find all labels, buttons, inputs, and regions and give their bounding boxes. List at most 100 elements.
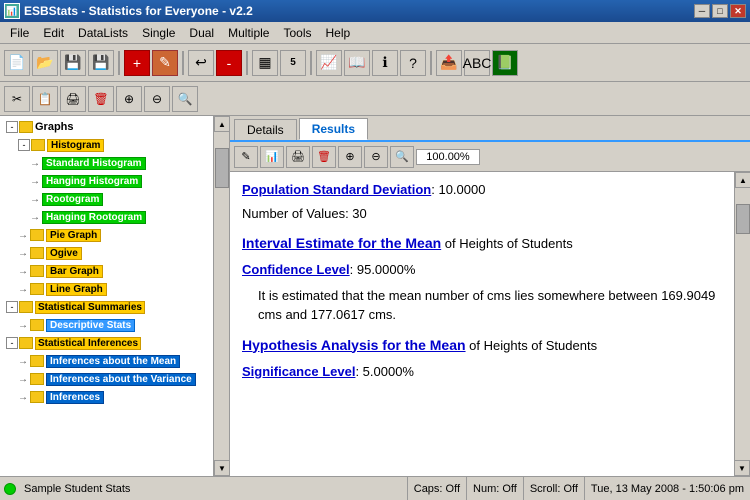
remove-button[interactable]: - (216, 50, 242, 76)
grid-button[interactable]: ▦ (252, 50, 278, 76)
section2-block: Hypothesis Analysis for the Mean of Heig… (242, 335, 720, 382)
tool-btn-4[interactable]: 🗑 (312, 146, 336, 168)
undo-button[interactable]: ↩ (188, 50, 214, 76)
folder-icon (30, 373, 44, 385)
tree-label-bar-graph[interactable]: Bar Graph (46, 265, 103, 278)
tree-label-pie-graph[interactable]: Pie Graph (46, 229, 101, 242)
title-bar: 📊 ESBStats - Statistics for Everyone - v… (0, 0, 750, 22)
tree-label-histogram[interactable]: Histogram (47, 139, 104, 152)
tree-expand-stat-sum[interactable]: - (6, 301, 18, 313)
book-button[interactable]: 📖 (344, 50, 370, 76)
arrow-icon: → (30, 176, 40, 187)
menu-multiple[interactable]: Multiple (222, 24, 275, 42)
datetime-status: Tue, 13 May 2008 - 1:50:06 pm (584, 477, 750, 500)
list-item: → Descriptive Stats (2, 316, 212, 334)
copy-icon[interactable]: 📋 (32, 86, 58, 112)
tree-label-stat-inferences: Statistical Inferences (35, 337, 141, 350)
list-item: → Pie Graph (2, 226, 212, 244)
spell-button[interactable]: ABC (464, 50, 490, 76)
menu-datalists[interactable]: DataLists (72, 24, 134, 42)
save-button[interactable]: 💾 (60, 50, 86, 76)
sig-label: Significance Level (242, 364, 355, 379)
tool-btn-6[interactable]: ⊖ (364, 146, 388, 168)
toolbar-secondary: ✂ 📋 🖨 🗑 ⊕ ⊖ 🔍 (0, 82, 750, 116)
arrow-icon: → (18, 374, 28, 385)
tree-label-line-graph[interactable]: Line Graph (46, 283, 107, 296)
tree-label-std-histogram[interactable]: Standard Histogram (42, 157, 146, 170)
tabs-bar: Details Results (230, 116, 750, 142)
menu-help[interactable]: Help (319, 24, 356, 42)
content-scroll-up[interactable]: ▲ (735, 172, 750, 188)
zoom-icon[interactable]: 🔍 (172, 86, 198, 112)
scroll-thumb[interactable] (215, 148, 229, 188)
content-scroll-down[interactable]: ▼ (734, 460, 750, 476)
list-item: → Bar Graph (2, 262, 212, 280)
list-item: → Standard Histogram (2, 154, 212, 172)
menu-file[interactable]: File (4, 24, 35, 42)
status-right: Caps: Off Num: Off Scroll: Off Tue, 13 M… (407, 477, 750, 500)
list-item: - Histogram (2, 136, 212, 154)
folder-icon (30, 391, 44, 403)
print-icon[interactable]: 🖨 (60, 86, 86, 112)
tree-content: - Graphs - Histogram → Standard Histogra… (0, 116, 214, 408)
right-panel: Details Results ✎ 📊 🖨 🗑 ⊕ ⊖ 🔍 100.00% Po… (230, 116, 750, 476)
open-button[interactable]: 📂 (32, 50, 58, 76)
tree-label-inferences-mean[interactable]: Inferences about the Mean (46, 355, 180, 368)
tree-scrollbar[interactable]: ▲ ▼ (213, 116, 229, 476)
scroll-status: Scroll: Off (523, 477, 584, 500)
chart-button[interactable]: 📈 (316, 50, 342, 76)
tool-btn-5[interactable]: ⊕ (338, 146, 362, 168)
tool-btn-3[interactable]: 🖨 (286, 146, 310, 168)
menu-tools[interactable]: Tools (277, 24, 317, 42)
tree-label-hanging-rootogram[interactable]: Hanging Rootogram (42, 211, 146, 224)
tree-label-ogive[interactable]: Ogive (46, 247, 82, 260)
new-button[interactable]: 📄 (4, 50, 30, 76)
maximize-button[interactable]: □ (712, 4, 728, 18)
tree-expand-graphs[interactable]: - (6, 121, 18, 133)
export-button[interactable]: 📤 (436, 50, 462, 76)
main-area: - Graphs - Histogram → Standard Histogra… (0, 116, 750, 476)
window-controls[interactable]: ─ □ ✕ (694, 4, 746, 18)
edit-button[interactable]: ✎ (152, 50, 178, 76)
scroll-down-button[interactable]: ▼ (214, 460, 230, 476)
menu-dual[interactable]: Dual (183, 24, 220, 42)
num-button[interactable]: 5 (280, 50, 306, 76)
folder-icon (30, 229, 44, 241)
tree-expand-stat-inf[interactable]: - (6, 337, 18, 349)
help-button[interactable]: ? (400, 50, 426, 76)
scroll-up-button[interactable]: ▲ (214, 116, 230, 132)
minimize-button[interactable]: ─ (694, 4, 710, 18)
tree-label-rootogram[interactable]: Rootogram (42, 193, 103, 206)
folder-icon (19, 301, 33, 313)
save2-button[interactable]: 💾 (88, 50, 114, 76)
list-item: → Inferences about the Variance (2, 370, 212, 388)
tool-btn-2[interactable]: 📊 (260, 146, 284, 168)
content-scrollbar[interactable]: ▲ ▼ (734, 172, 750, 476)
tab-results[interactable]: Results (299, 118, 368, 140)
arrow-icon: → (18, 266, 28, 277)
menu-edit[interactable]: Edit (37, 24, 70, 42)
filter-icon[interactable]: ⊕ (116, 86, 142, 112)
tree-label-inferences-variance[interactable]: Inferences about the Variance (46, 373, 196, 386)
list-item: → Ogive (2, 244, 212, 262)
close-button[interactable]: ✕ (730, 4, 746, 18)
tree-label-inferences[interactable]: Inferences (46, 391, 104, 404)
add-button[interactable]: + (124, 50, 150, 76)
filter2-icon[interactable]: ⊖ (144, 86, 170, 112)
tab-details[interactable]: Details (234, 119, 297, 140)
delete-icon[interactable]: 🗑 (88, 86, 114, 112)
cut-icon[interactable]: ✂ (4, 86, 30, 112)
menu-single[interactable]: Single (136, 24, 181, 42)
tree-label-descriptive-stats[interactable]: Descriptive Stats (46, 319, 135, 332)
green-button[interactable]: 📗 (492, 50, 518, 76)
menu-bar: File Edit DataLists Single Dual Multiple… (0, 22, 750, 44)
toolbar-sep-5 (430, 51, 432, 75)
content-scroll-thumb[interactable] (736, 204, 750, 234)
list-item: → Rootogram (2, 190, 212, 208)
significance-line: Significance Level: 5.0000% (242, 362, 720, 382)
tool-btn-7[interactable]: 🔍 (390, 146, 414, 168)
tree-expand-histogram[interactable]: - (18, 139, 30, 151)
info-button[interactable]: ℹ (372, 50, 398, 76)
tool-btn-1[interactable]: ✎ (234, 146, 258, 168)
tree-label-hanging-histogram[interactable]: Hanging Histogram (42, 175, 142, 188)
